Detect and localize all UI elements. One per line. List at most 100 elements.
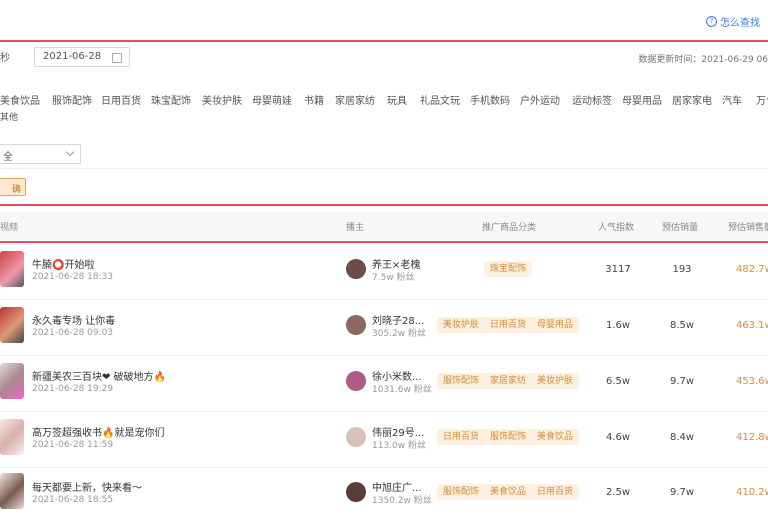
date-value: 2021-06-28	[43, 51, 102, 62]
category-tag: 服饰配饰	[437, 373, 486, 389]
update-time: 数据更新时间：2021-06-29 06	[638, 55, 768, 65]
category-tag: 美食饮品	[531, 429, 580, 445]
select-value: 全	[3, 152, 13, 163]
category-tag: 日用百货	[437, 429, 486, 445]
col-popularity[interactable]: 人气指数	[598, 220, 634, 233]
popularity-value: 6.5w	[605, 376, 631, 387]
category-tag: 母婴用品	[531, 317, 580, 333]
blogger-fans: 113.0w 粉丝	[372, 441, 426, 451]
avatar[interactable]	[346, 315, 366, 335]
popularity-value: 1.6w	[605, 320, 631, 331]
blogger-fans: 7.5w 粉丝	[372, 273, 415, 283]
category-item[interactable]: 手机数码	[470, 92, 510, 107]
blogger-fans: 1350.2w 粉丝	[372, 496, 432, 506]
calendar-icon	[112, 53, 122, 63]
section-divider-top	[0, 40, 768, 42]
col-video: 视频	[0, 223, 19, 233]
category-item[interactable]: 服饰配饰	[52, 92, 92, 107]
amount-value: 412.8w	[736, 432, 768, 443]
category-item[interactable]: 汽车	[722, 92, 742, 107]
prev-filter-label: 秒	[0, 53, 10, 64]
table-row[interactable]: 牛腩⭕开始啦 2021-06-28 18:33 养王×老槐 7.5w 粉丝 珠宝…	[0, 243, 768, 300]
col-blogger: 播主	[346, 223, 365, 233]
category-item[interactable]: 玩具	[387, 92, 407, 107]
category-item[interactable]: 美食饮品	[0, 92, 40, 107]
category-item-other[interactable]: 其他	[0, 110, 18, 123]
video-title[interactable]: 新疆美农三百块❤ 破破地方🔥	[32, 368, 166, 383]
video-title[interactable]: 每天都要上新，快来看～	[32, 479, 142, 494]
popularity-value: 3117	[605, 264, 631, 275]
divider	[0, 168, 768, 169]
avatar[interactable]	[346, 482, 366, 502]
video-thumbnail[interactable]	[0, 307, 24, 343]
col-amount[interactable]: 预估销售额	[728, 220, 768, 233]
category-tag: 日用百货	[531, 484, 580, 500]
category-tag: 美妆护肤	[531, 373, 580, 389]
video-time: 2021-06-28 11:59	[32, 440, 114, 450]
chevron-down-icon	[65, 147, 75, 157]
category-tag: 服饰配饰	[484, 429, 533, 445]
confirm-button[interactable]: 确	[0, 178, 26, 196]
category-item[interactable]: 书籍	[304, 92, 324, 107]
col-sales[interactable]: 预估销量	[662, 220, 698, 233]
category-item[interactable]: 居家家电	[672, 92, 712, 107]
video-thumbnail[interactable]	[0, 473, 24, 509]
category-tag: 美食饮品	[484, 484, 533, 500]
amount-value: 410.2w	[736, 487, 768, 498]
category-item[interactable]: 美妆护肤	[202, 92, 242, 107]
avatar[interactable]	[346, 427, 366, 447]
category-item[interactable]: 珠宝配饰	[151, 92, 191, 107]
video-thumbnail[interactable]	[0, 251, 24, 287]
category-item[interactable]: 户外运动	[520, 92, 560, 107]
category-tag: 美妆护肤	[437, 317, 486, 333]
table-row[interactable]: 高万签超强收书🔥就是宠你们 2021-06-28 11:59 伟丽29号... …	[0, 411, 768, 468]
blogger-name[interactable]: 刘晓子28...	[372, 312, 424, 327]
category-item[interactable]: 礼品文玩	[420, 92, 460, 107]
popularity-value: 4.6w	[605, 432, 631, 443]
category-item[interactable]: 家居家纺	[335, 92, 375, 107]
category-tag: 珠宝配饰	[484, 261, 533, 277]
table-row[interactable]: 永久毒专场 让你毒 2021-06-28 09:03 刘晓子28... 305.…	[0, 299, 768, 356]
video-time: 2021-06-28 09:03	[32, 328, 114, 338]
category-item[interactable]: 母婴用品	[622, 92, 662, 107]
table-row[interactable]: 新疆美农三百块❤ 破破地方🔥 2021-06-28 19:29 徐小米数... …	[0, 355, 768, 412]
avatar[interactable]	[346, 371, 366, 391]
amount-value: 463.1w	[736, 320, 768, 331]
amount-value: 482.7w	[736, 264, 768, 275]
video-time: 2021-06-28 18:55	[32, 495, 114, 505]
table-header: 视频 播主 推广商品分类 人气指数 预估销量 预估销售额	[0, 212, 768, 240]
video-thumbnail[interactable]	[0, 419, 24, 455]
sales-value: 9.7w	[669, 487, 695, 498]
sales-value: 8.5w	[669, 320, 695, 331]
category-item[interactable]: 万合	[756, 92, 768, 107]
help-link[interactable]: ? 怎么查找	[706, 14, 760, 29]
popularity-value: 2.5w	[605, 487, 631, 498]
video-title[interactable]: 牛腩⭕开始啦	[32, 256, 94, 271]
category-tag: 家居家纺	[484, 373, 533, 389]
category-tag: 日用百货	[484, 317, 533, 333]
blogger-name[interactable]: 徐小米数...	[372, 368, 422, 383]
video-title[interactable]: 高万签超强收书🔥就是宠你们	[32, 424, 164, 439]
category-item[interactable]: 母婴萌娃	[252, 92, 292, 107]
date-picker[interactable]: 2021-06-28	[34, 47, 130, 67]
blogger-fans: 1031.6w 粉丝	[372, 385, 432, 395]
blogger-name[interactable]: 伟丽29号...	[372, 424, 424, 439]
sales-value: 8.4w	[669, 432, 695, 443]
sort-select[interactable]: 全	[0, 144, 81, 164]
blogger-name[interactable]: 中旭庄广...	[372, 479, 422, 494]
blogger-name[interactable]: 养王×老槐	[372, 256, 420, 271]
section-divider-mid	[0, 204, 768, 206]
blogger-fans: 305.2w 粉丝	[372, 329, 426, 339]
sales-value: 193	[672, 264, 692, 275]
date-filter-row: 秒 2021-06-28 数据更新时间：2021-06-29 06	[0, 46, 768, 74]
avatar[interactable]	[346, 259, 366, 279]
table-row[interactable]: 每天都要上新，快来看～ 2021-06-28 18:55 中旭庄广... 135…	[0, 467, 768, 523]
amount-value: 453.6w	[736, 376, 768, 387]
video-thumbnail[interactable]	[0, 363, 24, 399]
question-icon: ?	[706, 16, 717, 27]
video-title[interactable]: 永久毒专场 让你毒	[32, 312, 115, 327]
category-tag: 服饰配饰	[437, 484, 486, 500]
video-time: 2021-06-28 18:33	[32, 272, 114, 282]
category-item[interactable]: 日用百货	[101, 92, 141, 107]
category-item[interactable]: 运动标签	[572, 92, 612, 107]
